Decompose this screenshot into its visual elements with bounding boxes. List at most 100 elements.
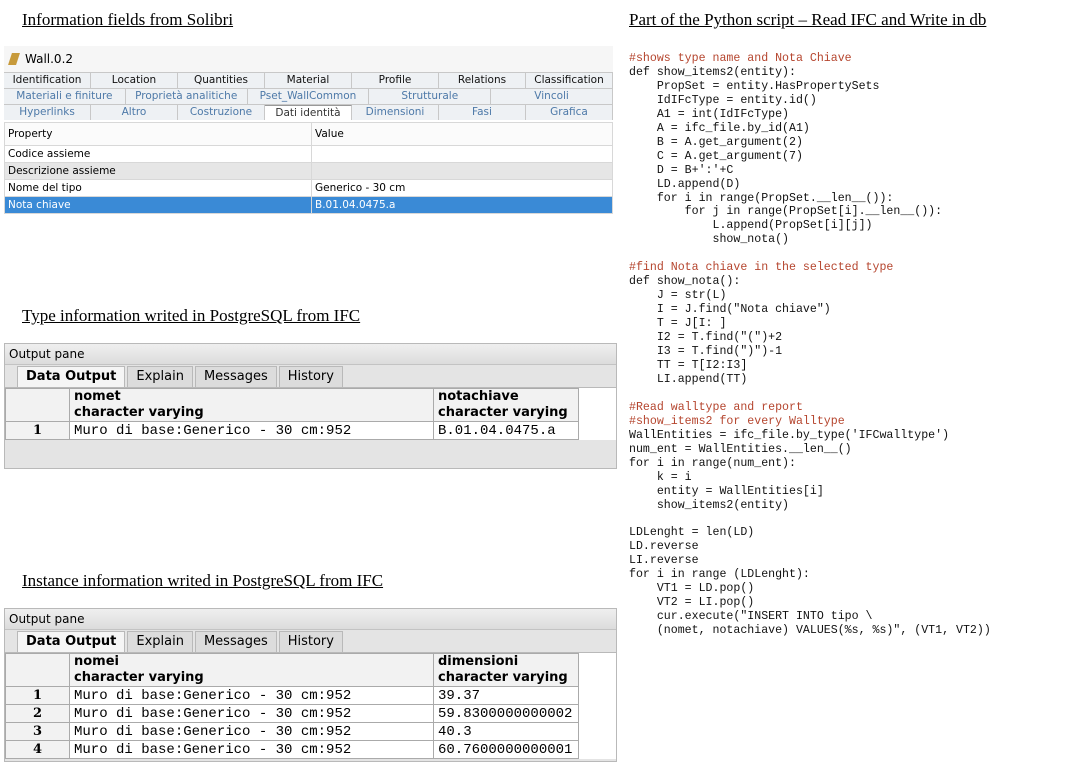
column-header-nomei[interactable]: nomei character varying [69,653,434,687]
code-line: LD.append(D) [629,177,741,191]
code-line: C = A.get_argument(7) [629,149,803,163]
property-name: Codice assieme [4,145,312,163]
tab-messages[interactable]: Messages [194,366,277,387]
solibri-tab[interactable]: Dati identità [265,105,352,120]
cell-nomei[interactable]: Muro di base:Generico - 30 cm:952 [69,740,434,759]
column-header-notachiave[interactable]: notachiave character varying [433,388,579,422]
solibri-tab[interactable]: Dimensioni [352,105,439,120]
code-line: for i in range(PropSet.__len__()): [629,191,894,205]
code-line: #show_items2 for every Walltype [629,414,845,428]
column-header-dimensioni[interactable]: dimensioni character varying [433,653,579,687]
solibri-tab[interactable]: Proprietà analitiche [126,89,248,104]
code-line: #find Nota chiave in the selected type [629,261,894,275]
solibri-tab[interactable]: Strutturale [369,89,492,104]
code-line: num_ent = WallEntities.__len__() [629,442,852,456]
code-line: B = A.get_argument(2) [629,135,803,149]
heading-type-info: Type information writed in PostgreSQL fr… [22,306,361,325]
solibri-tab-row-2: Materiali e finiture Proprietà analitiche… [4,88,613,104]
cell-nomei[interactable]: Muro di base:Generico - 30 cm:952 [69,686,434,705]
cell-dimensioni[interactable]: 59.8300000000002 [433,704,579,723]
cell-dimensioni[interactable]: 60.7600000000001 [433,740,579,759]
solibri-tab[interactable]: Fasi [439,105,526,120]
row-number: 4 [5,740,70,759]
tab-history[interactable]: History [278,631,343,652]
code-line: def show_nota(): [629,275,741,289]
code-line: for i in range (LDLenght): [629,568,810,582]
tab-explain[interactable]: Explain [127,631,193,652]
code-line: A = ifc_file.by_id(A1) [629,121,810,135]
property-row[interactable]: Codice assieme [4,145,613,163]
heading-instance-info: Instance information writed in PostgreSQ… [22,571,384,590]
solibri-tab[interactable]: Altro [91,105,178,120]
code-line: entity = WallEntities[i] [629,484,824,498]
solibri-tab[interactable]: Classification [526,73,613,88]
output-tabs: Data Output Explain Messages History [5,630,616,652]
code-line: #Read walltype and report [629,400,803,414]
table-row[interactable]: 1 Muro di base:Generico - 30 cm:952 B.01… [5,421,579,440]
tab-data-output[interactable]: Data Output [17,631,126,652]
property-row[interactable]: Nome del tipo Generico - 30 cm [4,179,613,197]
data-grid: nomei character varying dimensioni charact… [5,652,616,759]
code-line: I2 = T.find("(")+2 [629,331,783,345]
wall-icon [8,53,20,65]
tab-messages[interactable]: Messages [194,631,277,652]
solibri-tab[interactable]: Location [91,73,178,88]
solibri-tab-row-3: Hyperlinks Altro Costruzione Dati identità D… [4,104,613,120]
cell-dimensioni[interactable]: 40.3 [433,722,579,741]
grid-corner [5,653,70,687]
heading-python-script: Part of the Python script – Read IFC and… [629,10,987,29]
solibri-tab[interactable]: Identification [4,73,91,88]
code-line: I3 = T.find(")")-1 [629,345,783,359]
row-number: 1 [5,421,70,440]
cell-nomei[interactable]: Muro di base:Generico - 30 cm:952 [69,722,434,741]
table-row[interactable]: 1 Muro di base:Generico - 30 cm:952 39.3… [5,686,579,705]
table-row[interactable]: 3 Muro di base:Generico - 30 cm:952 40.3 [5,722,579,741]
code-line: for j in range(PropSet[i].__len__()): [629,205,943,219]
instance-output-pane: Output pane Data Output Explain Messages… [4,608,617,762]
solibri-tab[interactable]: Costruzione [178,105,265,120]
output-pane-title: Output pane [5,344,616,365]
solibri-tab[interactable]: Hyperlinks [4,105,91,120]
code-line: A1 = int(IdIFcType) [629,107,790,121]
solibri-tab[interactable]: Materiali e finiture [4,89,126,104]
code-line: PropSet = entity.HasPropertySets [629,79,880,93]
solibri-tab[interactable]: Quantities [178,73,265,88]
solibri-tab[interactable]: Material [265,73,352,88]
code-line: (nomet, notachiave) VALUES(%s, %s)", (VT… [629,624,991,638]
tab-history[interactable]: History [278,366,343,387]
table-row[interactable]: 4 Muro di base:Generico - 30 cm:952 60.7… [5,740,579,759]
row-number: 2 [5,704,70,723]
solibri-tab[interactable]: Grafica [526,105,613,120]
solibri-tab[interactable]: Vincoli [491,89,613,104]
object-title: Wall.0.2 [25,52,74,66]
cell-nomet[interactable]: Muro di base:Generico - 30 cm:952 [69,421,434,440]
solibri-tab[interactable]: Profile [352,73,439,88]
property-row[interactable]: Descrizione assieme [4,162,613,180]
property-name: Nome del tipo [4,179,312,197]
value-column-header[interactable]: Value [311,122,613,146]
code-line: J = str(L) [629,289,727,303]
code-line: L.append(PropSet[i][j]) [629,219,873,233]
cell-nomei[interactable]: Muro di base:Generico - 30 cm:952 [69,704,434,723]
table-row[interactable]: 2 Muro di base:Generico - 30 cm:952 59.8… [5,704,579,723]
property-column-header[interactable]: Property [4,122,312,146]
cell-dimensioni[interactable]: 39.37 [433,686,579,705]
code-line: show_items2(entity) [629,498,790,512]
property-name: Nota chiave [4,196,312,214]
solibri-tab[interactable]: Pset_WallCommon [248,89,370,104]
row-number: 1 [5,686,70,705]
tab-data-output[interactable]: Data Output [17,366,126,387]
solibri-tab-row-1: Identification Location Quantities Material… [4,72,613,88]
cell-notachiave[interactable]: B.01.04.0475.a [433,421,579,440]
row-number: 3 [5,722,70,741]
code-line: for i in range(num_ent): [629,456,796,470]
property-value [311,162,613,180]
column-header-nomet[interactable]: nomet character varying [69,388,434,422]
property-value: Generico - 30 cm [311,179,613,197]
property-row-selected[interactable]: Nota chiave B.01.04.0475.a [4,196,613,214]
code-line: VT2 = LI.pop() [629,596,755,610]
solibri-tab[interactable]: Relations [439,73,526,88]
solibri-info-panel: Wall.0.2 Identification Location Quantitie… [4,46,613,236]
code-line: show_nota() [629,233,790,247]
tab-explain[interactable]: Explain [127,366,193,387]
